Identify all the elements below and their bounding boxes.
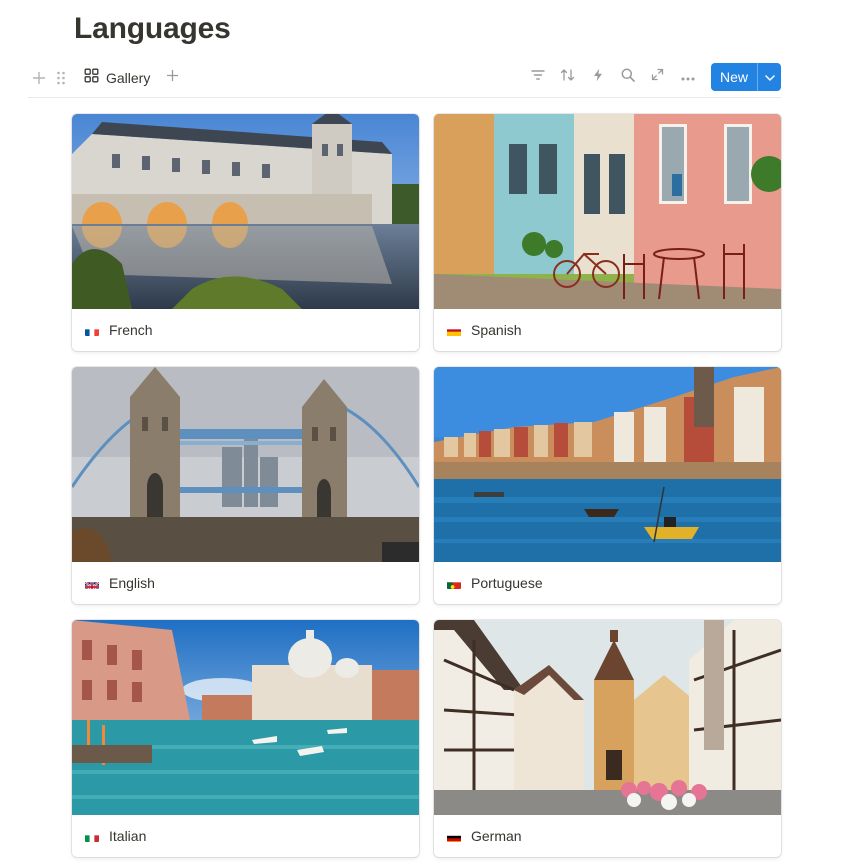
- flag-italy-icon: [85, 832, 99, 842]
- gallery-card-portuguese[interactable]: Portuguese: [434, 367, 781, 604]
- more-options-button[interactable]: [673, 63, 703, 91]
- gallery-grid-icon: [84, 68, 99, 88]
- chevron-down-icon: [764, 68, 775, 86]
- card-title: Spanish: [471, 322, 522, 338]
- filter-button[interactable]: [523, 63, 553, 91]
- database-toolbar: Gallery New: [28, 62, 781, 98]
- gallery-view: French Spanish English Portuguese Italia…: [72, 114, 781, 857]
- automation-button[interactable]: [583, 63, 613, 91]
- flag-france-icon: [85, 326, 99, 336]
- new-button[interactable]: New: [710, 63, 757, 91]
- add-view-button[interactable]: [160, 66, 184, 90]
- gallery-card-english[interactable]: English: [72, 367, 419, 604]
- flag-germany-icon: [447, 832, 461, 842]
- card-title: Portuguese: [471, 575, 543, 591]
- card-title: French: [109, 322, 153, 338]
- tab-gallery[interactable]: Gallery: [78, 64, 156, 92]
- flag-uk-icon: [85, 579, 99, 589]
- cover-image-venice-canal: [72, 620, 419, 815]
- sort-button[interactable]: [553, 63, 583, 91]
- cover-image-chateau: [72, 114, 419, 309]
- gallery-card-italian[interactable]: Italian: [72, 620, 419, 857]
- gallery-card-french[interactable]: French: [72, 114, 419, 351]
- card-title: English: [109, 575, 155, 591]
- flag-spain-icon: [447, 326, 461, 336]
- plus-icon: [166, 69, 179, 87]
- search-icon: [621, 68, 635, 87]
- cover-image-tower-bridge: [72, 367, 419, 562]
- gallery-card-german[interactable]: German: [434, 620, 781, 857]
- lightning-icon: [593, 68, 603, 87]
- cover-image-street-cafe: [434, 114, 781, 309]
- expand-icon: [651, 68, 664, 86]
- card-title: German: [471, 828, 522, 844]
- new-options-button[interactable]: [757, 63, 781, 91]
- sort-icon: [560, 68, 575, 87]
- gallery-card-spanish[interactable]: Spanish: [434, 114, 781, 351]
- open-full-page-button[interactable]: [643, 63, 673, 91]
- filter-icon: [531, 68, 545, 86]
- add-block-icon[interactable]: [28, 66, 50, 90]
- more-icon: [681, 68, 695, 86]
- cover-image-porto-river: [434, 367, 781, 562]
- card-title: Italian: [109, 828, 147, 844]
- cover-image-timber-town: [434, 620, 781, 815]
- search-button[interactable]: [613, 63, 643, 91]
- flag-portugal-icon: [447, 579, 461, 589]
- tab-gallery-label: Gallery: [106, 70, 151, 86]
- page-title: Languages: [74, 12, 231, 45]
- drag-handle-icon[interactable]: [50, 66, 72, 90]
